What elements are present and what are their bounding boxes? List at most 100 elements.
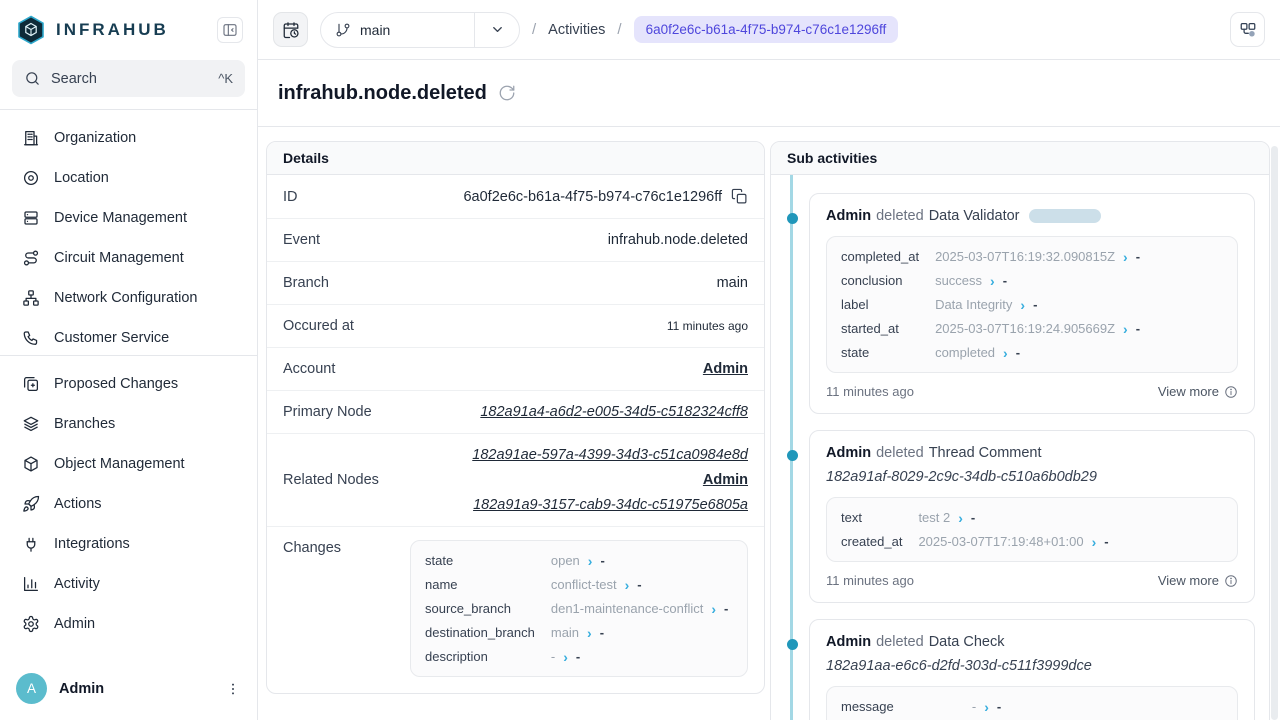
change-key: name [425,577,535,592]
kebab-menu-icon[interactable] [225,681,241,697]
card-title: Admin deleted Data Validator [826,208,1238,224]
branch-selector-dropdown[interactable] [474,13,519,47]
rocket-icon [22,495,40,513]
change-arrow-icon: › [711,602,716,616]
nav-label: Location [54,170,109,186]
change-arrow-icon: › [588,554,593,568]
subactivity-card-thread-comment: Admin deleted Thread Comment 182a91af-80… [809,430,1255,603]
detail-row-primary-node: Primary Node 182a91a4-a6d2-e005-34d5-c51… [267,391,764,434]
subactivity-card-data-check: Admin deleted Data Check 182a91aa-e6c6-d… [809,619,1255,720]
sidebar-item-activity[interactable]: Activity [12,564,245,604]
gear-icon [22,615,40,633]
sidebar: INFRAHUB Search ^K Organization Location [0,0,258,720]
breadcrumb-activities[interactable]: Activities [548,22,605,38]
calendar-clock-icon [282,21,300,39]
topbar: main / Activities / 6a0f2e6c-b61a-4f75-b… [258,0,1280,60]
layers-icon [22,415,40,433]
view-more-link[interactable]: View more [1158,573,1238,588]
git-branch-icon [335,22,351,38]
user-name: Admin [59,681,104,697]
account-link[interactable]: Admin [703,361,748,377]
route-icon [22,249,40,267]
info-icon [1224,574,1238,588]
branch-selector[interactable]: main [320,12,520,48]
changes-box: state open›- name conflict-test›- source… [410,540,748,677]
breadcrumb-activity-id[interactable]: 6a0f2e6c-b61a-4f75-b974-c76c1e1296ff [634,16,899,43]
primary-node-link[interactable]: 182a91a4-a6d2-e005-34d5-c5182324cff8 [480,404,748,420]
view-more-link[interactable]: View more [1158,384,1238,399]
sidebar-item-device-management[interactable]: Device Management [12,198,245,238]
related-node-link[interactable]: Admin [703,472,748,488]
sidebar-item-circuit-management[interactable]: Circuit Management [12,238,245,278]
page-header: infrahub.node.deleted [258,60,1280,127]
branch-value: main [717,275,748,291]
sidebar-item-proposed-changes[interactable]: Proposed Changes [12,364,245,404]
server-icon [22,209,40,227]
detail-row-id: ID 6a0f2e6c-b61a-4f75-b974-c76c1e1296ff [267,175,764,219]
nav-label: Activity [54,576,100,592]
refresh-button[interactable] [498,84,516,102]
sidebar-item-actions[interactable]: Actions [12,484,245,524]
building-icon [22,129,40,147]
sidebar-item-object-management[interactable]: Object Management [12,444,245,484]
user-menu[interactable]: A Admin [0,659,257,720]
sidebar-item-customer-service[interactable]: Customer Service [12,318,245,355]
change-key: destination_branch [425,625,535,640]
branch-selector-value[interactable]: main [321,13,474,47]
change-arrow-icon: › [990,274,995,288]
sidebar-nav-secondary: Proposed Changes Branches Object Managem… [0,356,257,644]
sidebar-item-network-configuration[interactable]: Network Configuration [12,278,245,318]
related-node-link[interactable]: 182a91a9-3157-cab9-34dc-c51975e6805a [473,497,748,513]
change-arrow-icon: › [1123,322,1128,336]
workflow-icon [1239,21,1257,39]
sidebar-item-organization[interactable]: Organization [12,118,245,158]
breadcrumb-separator: / [617,21,621,38]
detail-row-branch: Branch main [267,262,764,305]
search-placeholder: Search [51,71,97,87]
change-arrow-icon: › [587,626,592,640]
timeline-dot [787,213,798,224]
copy-icon[interactable] [731,188,748,205]
search-input[interactable]: Search ^K [12,60,245,97]
nav-label: Actions [54,496,102,512]
time-travel-button[interactable] [273,12,308,47]
sidebar-item-branches[interactable]: Branches [12,404,245,444]
timeline-dot [787,639,798,650]
detail-row-occured-at: Occured at 11 minutes ago [267,305,764,348]
tasks-button[interactable] [1230,12,1265,47]
infrahub-logo-icon [16,15,46,45]
subactivity-card-data-validator: Admin deleted Data Validator completed_a… [809,193,1255,414]
nav-label: Branches [54,416,115,432]
id-value: 6a0f2e6c-b61a-4f75-b974-c76c1e1296ff [463,189,722,205]
sidebar-collapse-button[interactable] [217,17,243,43]
related-node-link[interactable]: 182a91ae-597a-4399-34d3-c51ca0984e8d [472,447,748,463]
sub-activities-panel: Sub activities Admin deleted Data Valida… [770,141,1270,720]
change-arrow-icon: › [1123,250,1128,264]
details-header: Details [267,142,764,175]
loading-skeleton [1029,209,1101,223]
details-panel: Details ID 6a0f2e6c-b61a-4f75-b974-c76c1… [266,141,765,694]
info-icon [1224,385,1238,399]
nav-label: Network Configuration [54,290,197,306]
sidebar-item-location[interactable]: Location [12,158,245,198]
sidebar-item-integrations[interactable]: Integrations [12,524,245,564]
nav-label: Proposed Changes [54,376,178,392]
change-key: source_branch [425,601,535,616]
sidebar-item-admin[interactable]: Admin [12,604,245,644]
page-title: infrahub.node.deleted [278,82,487,105]
network-icon [22,289,40,307]
logo-row: INFRAHUB [0,0,257,57]
search-icon [24,70,41,87]
page-scrollbar[interactable] [1271,146,1278,720]
branch-name: main [360,22,390,38]
change-key: description [425,649,535,664]
sub-activities-timeline: Admin deleted Data Validator completed_a… [771,175,1269,720]
node-id: 182a91aa-e6c6-d2fd-303d-c511f3999dce [826,658,1238,674]
change-arrow-icon: › [984,700,989,714]
nav-label: Customer Service [54,330,169,346]
customer-service-icon [22,329,40,347]
detail-row-related-nodes: Related Nodes 182a91ae-597a-4399-34d3-c5… [267,434,764,527]
detail-row-account: Account Admin [267,348,764,391]
change-arrow-icon: › [625,578,630,592]
timeline-dot [787,450,798,461]
